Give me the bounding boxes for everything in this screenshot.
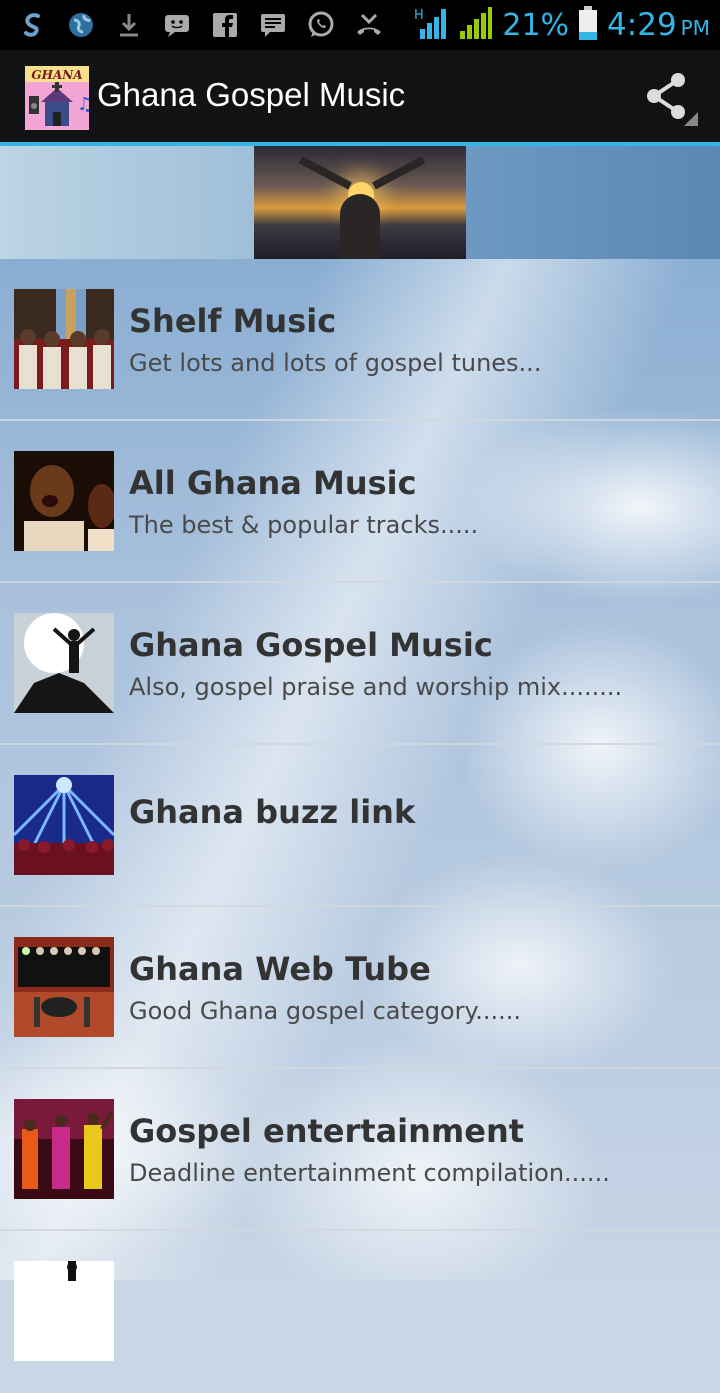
item-subtitle: Get lots and lots of gospel tunes... [129, 349, 542, 377]
message-icon [160, 8, 194, 42]
list-item[interactable]: Ghana buzz link [0, 745, 720, 907]
clock-ampm: PM [680, 16, 710, 40]
chat-icon [256, 8, 290, 42]
download-icon [112, 8, 146, 42]
item-subtitle: The best & popular tracks..... [129, 511, 479, 539]
concert-thumbnail [14, 775, 114, 875]
signal-icon: H [414, 5, 450, 45]
battery-icon [577, 5, 599, 45]
app-title: Ghana Gospel Music [97, 76, 406, 113]
svg-text:♫: ♫ [77, 94, 89, 115]
arm-shape [298, 156, 352, 190]
facebook-icon [208, 8, 242, 42]
list-item[interactable]: Ghana Gospel Music Also, gospel praise a… [0, 583, 720, 745]
item-title: All Ghana Music [129, 464, 417, 502]
status-indicators: H 21% 4:29 PM [414, 0, 710, 50]
status-bar: H 21% 4:29 PM [0, 0, 720, 50]
arm-shape [372, 156, 426, 190]
share-button[interactable] [640, 70, 698, 128]
dancers-thumbnail [14, 1099, 114, 1199]
app-logo[interactable]: GHANA ♫ [25, 66, 93, 130]
share-icon [647, 73, 698, 126]
singers-thumbnail [14, 451, 114, 551]
battery-percentage: 21% [502, 7, 570, 43]
clock-time: 4:29 [607, 7, 677, 43]
worship-thumbnail [14, 613, 114, 713]
choir-thumbnail [14, 289, 114, 389]
skype-icon [16, 8, 50, 42]
item-title: Ghana buzz link [129, 793, 416, 831]
item-subtitle: Deadline entertainment compilation...... [129, 1159, 610, 1187]
list-item[interactable]: Ghana Web Tube Good Ghana gospel categor… [0, 907, 720, 1069]
partial-thumbnail [14, 1261, 114, 1361]
clock: 4:29 PM [607, 7, 710, 43]
globe-icon [64, 8, 98, 42]
missed-call-icon [352, 8, 386, 42]
choir-stage-thumbnail [14, 937, 114, 1037]
list-item[interactable] [0, 1231, 720, 1393]
notification-icons [16, 6, 386, 44]
item-title: Ghana Web Tube [129, 950, 431, 988]
logo-text: GHANA [31, 68, 82, 82]
action-bar: GHANA ♫ Ghana Gospel Music [0, 50, 720, 146]
list-item[interactable]: Gospel entertainment Deadline entertainm… [0, 1069, 720, 1231]
item-title: Shelf Music [129, 302, 337, 340]
svg-text:H: H [414, 8, 424, 23]
banner-image [254, 146, 466, 259]
list-item[interactable]: Shelf Music Get lots and lots of gospel … [0, 259, 720, 421]
item-title: Gospel entertainment [129, 1112, 525, 1150]
signal-icon [458, 5, 494, 45]
item-title: Ghana Gospel Music [129, 626, 493, 664]
whatsapp-icon [304, 8, 338, 42]
item-subtitle: Also, gospel praise and worship mix.....… [129, 673, 623, 701]
person-silhouette [340, 194, 380, 259]
list-item[interactable]: All Ghana Music The best & popular track… [0, 421, 720, 583]
menu-list: Shelf Music Get lots and lots of gospel … [0, 259, 720, 1393]
item-subtitle: Good Ghana gospel category...... [129, 997, 522, 1025]
